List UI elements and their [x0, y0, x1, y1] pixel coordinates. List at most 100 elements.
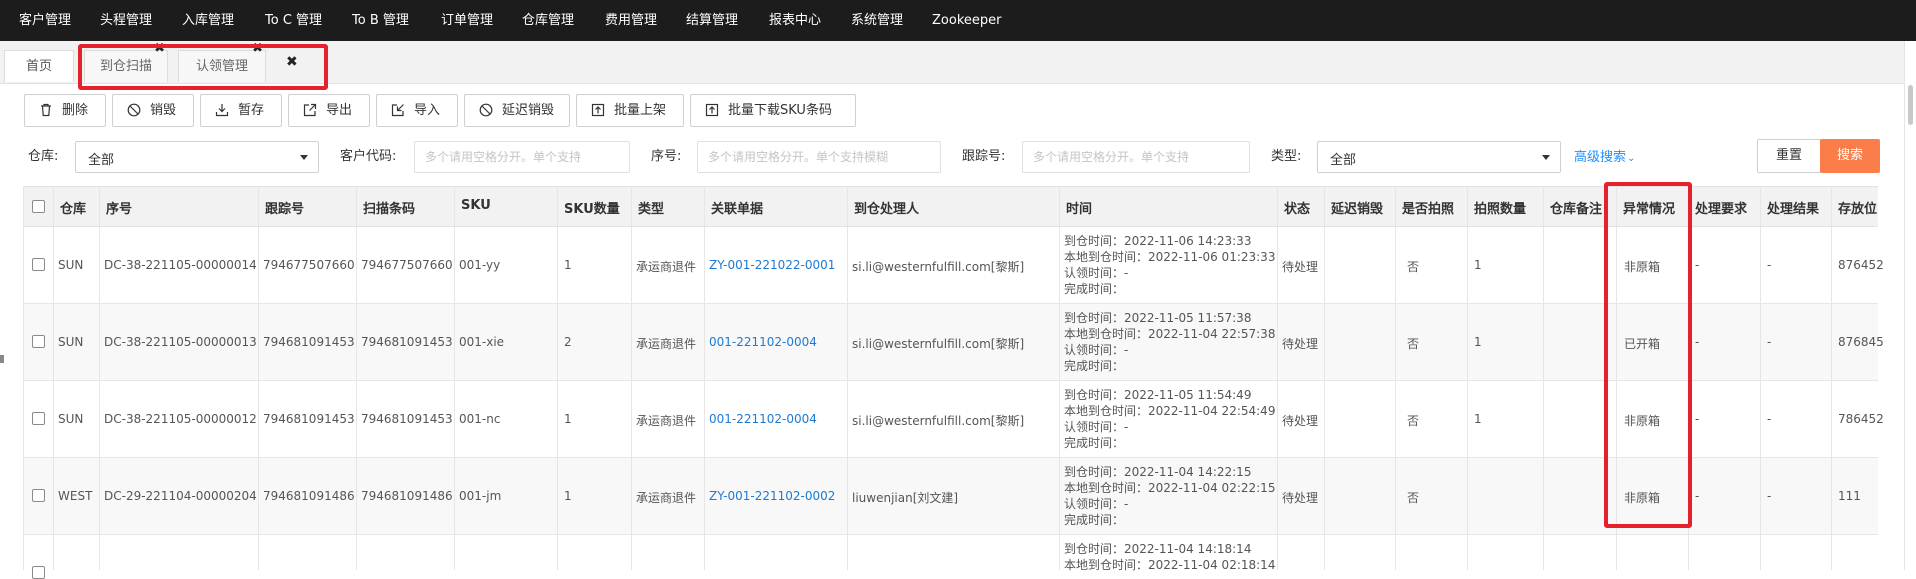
export-button[interactable]: 导出	[288, 94, 370, 127]
search-button[interactable]: 搜索	[1820, 139, 1880, 173]
nav-first-leg-mgmt[interactable]: 头程管理	[100, 0, 152, 41]
cell-sku-qty: 1	[564, 258, 572, 272]
related-doc-link[interactable]: ZY-001-221102-0002	[709, 489, 835, 503]
close-all-tabs-icon[interactable]: ✖	[286, 54, 298, 70]
batch-shelve-button[interactable]: 批量上架	[576, 94, 684, 127]
nav-order-mgmt[interactable]: 订单管理	[441, 0, 493, 41]
customer-code-input[interactable]	[414, 141, 630, 173]
table-row[interactable]: SUN DC-38-221105-00000013 794681091453 7…	[23, 304, 1884, 381]
related-doc-link[interactable]: ZY-001-221022-0001	[709, 258, 835, 272]
tab-arrival-scan[interactable]: 到仓扫描 ✖	[84, 41, 168, 82]
arrival-time: 到仓时间：2022-11-06 14:23:33	[1064, 234, 1252, 248]
cell-photo: 否	[1407, 414, 1420, 428]
warehouse-select[interactable]: 全部	[75, 141, 319, 173]
arrival-time: 到仓时间：2022-11-04 14:18:14	[1064, 542, 1252, 556]
local-arrival-time: 本地到仓时间：2022-11-06 01:23:33	[1064, 250, 1276, 264]
hold-button-label: 暂存	[238, 103, 265, 118]
table-row[interactable]: SUN DC-38-221105-00000014 794677507660 7…	[23, 227, 1884, 304]
arrival-time: 到仓时间：2022-11-04 14:22:15	[1064, 465, 1252, 479]
nav-zookeeper[interactable]: Zookeeper	[932, 0, 1001, 41]
cell-location: 876845	[1838, 335, 1884, 349]
customer-code-label: 客户代码:	[340, 149, 397, 164]
col-delay-destroy: 延迟销毁	[1331, 202, 1384, 217]
claim-time: 认领时间：-	[1064, 420, 1129, 434]
column-divider	[1277, 186, 1278, 570]
delete-button-label: 删除	[62, 103, 89, 118]
import-button[interactable]: 导入	[376, 94, 458, 127]
table-header: 仓库 序号 跟踪号 扫描条码 SKU SKU数量 类型 关联单据 到仓处理人 时…	[23, 186, 1878, 227]
delay-destroy-button[interactable]: 延迟销毁	[464, 94, 570, 127]
cell-req: -	[1695, 258, 1700, 272]
related-doc-link[interactable]: 001-221102-0004	[709, 335, 817, 349]
cell-handler: si.li@westernfulfill.com[黎斯]	[852, 260, 1025, 274]
table-row[interactable]: SUN DC-38-221105-00000012 794681091453 7…	[23, 381, 1884, 458]
nav-warehouse-mgmt[interactable]: 仓库管理	[522, 0, 574, 41]
table-row[interactable]: 到仓时间：2022-11-04 14:18:14 本地到仓时间：2022-11-…	[23, 535, 1878, 579]
nav-toc-mgmt[interactable]: To C 管理	[265, 0, 322, 41]
claim-time: 认领时间：-	[1064, 266, 1129, 280]
tab-arrival-scan-label: 到仓扫描	[99, 59, 152, 74]
claim-time: 认领时间：-	[1064, 497, 1129, 511]
batch-download-sku-button[interactable]: 批量下载SKU条码	[690, 94, 856, 127]
col-time: 时间	[1066, 202, 1093, 217]
arrival-time: 到仓时间：2022-11-05 11:54:49	[1064, 388, 1252, 402]
vertical-scrollbar[interactable]	[1904, 41, 1916, 570]
batch-shelve-button-label: 批量上架	[614, 103, 667, 118]
cell-type: 承运商退件	[636, 491, 697, 505]
column-divider	[1324, 186, 1325, 570]
related-doc-link[interactable]: 001-221102-0004	[709, 412, 817, 426]
column-divider	[1059, 186, 1060, 570]
cell-result: -	[1767, 335, 1772, 349]
column-divider	[356, 186, 357, 570]
select-all-checkbox[interactable]	[32, 200, 45, 213]
cell-handler: liuwenjian[刘文建]	[852, 491, 959, 505]
tab-claim-mgmt-label: 认领管理	[195, 59, 248, 74]
delete-button[interactable]: 删除	[24, 94, 106, 127]
destroy-button[interactable]: 销毁	[112, 94, 194, 127]
left-edge-marker	[0, 355, 4, 363]
nav-customer-mgmt[interactable]: 客户管理	[19, 0, 71, 41]
seq-label: 序号:	[651, 149, 682, 164]
row-checkbox[interactable]	[32, 258, 45, 271]
nav-inbound-mgmt[interactable]: 入库管理	[182, 0, 234, 41]
nav-report-center[interactable]: 报表中心	[769, 0, 821, 41]
nav-tob-mgmt[interactable]: To B 管理	[352, 0, 409, 41]
nav-fee-mgmt[interactable]: 费用管理	[605, 0, 657, 41]
col-sku: SKU	[461, 198, 491, 213]
cell-tracking: 794677507660	[263, 258, 355, 272]
cell-exception: 非原箱	[1624, 260, 1661, 274]
scrollbar-thumb[interactable]	[1908, 85, 1913, 125]
cell-req: -	[1695, 412, 1700, 426]
complete-time: 完成时间：	[1064, 359, 1125, 373]
nav-settlement-mgmt[interactable]: 结算管理	[686, 0, 738, 41]
close-icon[interactable]: ✖	[154, 39, 165, 59]
cell-photo-qty: 1	[1474, 258, 1482, 272]
destroy-button-label: 销毁	[150, 103, 177, 118]
row-checkbox[interactable]	[32, 489, 45, 502]
tab-home[interactable]: 首页	[4, 50, 74, 82]
row-checkbox[interactable]	[32, 566, 45, 579]
row-checkbox[interactable]	[32, 412, 45, 425]
col-scan-code: 扫描条码	[363, 202, 416, 217]
column-divider	[258, 186, 259, 570]
cell-sku-qty: 1	[564, 489, 572, 503]
cell-location: 111	[1838, 489, 1861, 503]
complete-time: 完成时间：	[1064, 282, 1125, 296]
type-select[interactable]: 全部	[1317, 141, 1561, 173]
cell-status: 待处理	[1282, 414, 1319, 428]
seq-input[interactable]	[697, 141, 941, 173]
reset-button[interactable]: 重置	[1757, 139, 1821, 173]
cell-photo: 否	[1407, 337, 1420, 351]
cell-photo: 否	[1407, 260, 1420, 274]
table-row[interactable]: WEST DC-29-221104-00000204 794681091486 …	[23, 458, 1878, 535]
tracking-input[interactable]	[1022, 141, 1250, 173]
close-icon[interactable]: ✖	[252, 39, 263, 59]
advanced-search-link[interactable]: 高级搜索⌄	[1574, 146, 1635, 165]
cell-type: 承运商退件	[636, 414, 697, 428]
row-checkbox[interactable]	[32, 335, 45, 348]
nav-system-mgmt[interactable]: 系统管理	[851, 0, 903, 41]
col-wh-note: 仓库备注	[1550, 202, 1603, 217]
claim-time: 认领时间：-	[1064, 343, 1129, 357]
tab-claim-mgmt[interactable]: 认领管理 ✖	[178, 41, 266, 82]
hold-button[interactable]: 暂存	[200, 94, 282, 127]
